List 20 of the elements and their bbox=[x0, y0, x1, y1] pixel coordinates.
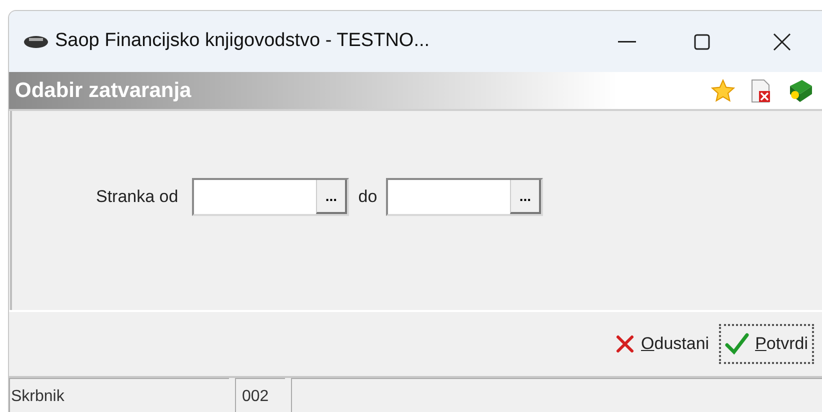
status-user: Skrbnik bbox=[9, 378, 229, 412]
document-close-icon[interactable] bbox=[750, 78, 772, 102]
app-icon bbox=[23, 34, 49, 48]
close-icon bbox=[615, 334, 636, 354]
dialog-title: Odabir zatvaranja bbox=[15, 78, 192, 104]
status-code: 002 bbox=[235, 378, 285, 412]
field-label: Stranka od bbox=[96, 186, 178, 208]
range-separator: do bbox=[358, 186, 378, 208]
browse-button[interactable]: ... bbox=[510, 180, 542, 214]
maximize-icon bbox=[694, 34, 710, 50]
close-icon bbox=[773, 32, 791, 50]
input-field[interactable]: ... bbox=[386, 178, 544, 216]
browse-button[interactable]: ... bbox=[316, 180, 348, 214]
window-title: Saop Financijsko knjigovodstvo - TESTNO... bbox=[55, 29, 430, 54]
minimize-icon bbox=[618, 40, 636, 42]
confirm-button[interactable]: Potvrdi bbox=[719, 324, 814, 364]
input-field[interactable]: ... bbox=[192, 178, 350, 216]
cancel-button[interactable]: Odustani bbox=[609, 324, 716, 364]
star-icon[interactable] bbox=[710, 78, 736, 104]
check-icon bbox=[725, 333, 750, 355]
